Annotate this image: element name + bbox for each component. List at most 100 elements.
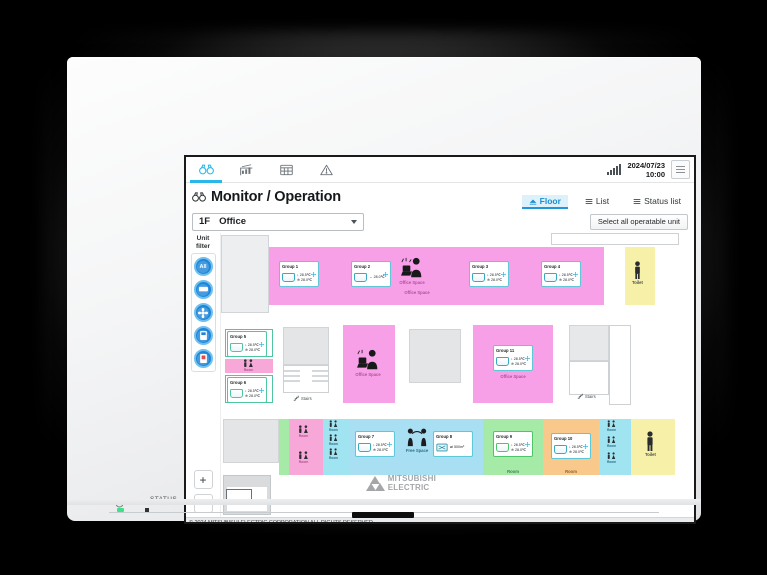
current-time: 10:00 bbox=[645, 169, 665, 179]
select-all-operatable-unit-button[interactable]: Select all operatable unit bbox=[589, 213, 688, 230]
indoor-unit-icon bbox=[496, 357, 509, 366]
group-name: Group 8 bbox=[436, 434, 453, 439]
group-card-g1[interactable]: Group 1 ↓ 28.5℃ ❄ 28.0℃ bbox=[279, 261, 319, 287]
group-set-temp: ❄ 28.0℃ bbox=[245, 347, 261, 352]
group-room-temp: ↓ 28.5℃ bbox=[511, 442, 525, 447]
filter-controller-button[interactable] bbox=[193, 326, 213, 345]
plan-room-gray-mid bbox=[409, 329, 461, 383]
select-all-label: Select all operatable unit bbox=[597, 217, 680, 226]
floor-select-dropdown[interactable]: 1F Office bbox=[192, 212, 364, 231]
zone-restroom-mid[interactable]: Room bbox=[225, 359, 273, 373]
group-card-g8[interactable]: Group 8 ⇌ 500m³ bbox=[433, 431, 473, 457]
filter-indoor-unit-button[interactable] bbox=[193, 280, 213, 299]
pictogram-room-r1: Room bbox=[606, 420, 617, 432]
stairs-label-right: Stairs bbox=[577, 393, 596, 399]
zone-office-space-mid[interactable]: Office Space bbox=[343, 325, 395, 403]
group-temps: ↓ 28.5℃ ❄ 28.0℃ bbox=[373, 443, 388, 453]
pictogram-label: Room bbox=[298, 460, 309, 464]
pictogram-restroom-b1: Room bbox=[297, 425, 310, 438]
group-room-temp: ↓ 28.5℃ bbox=[511, 356, 525, 361]
indoor-unit-icon bbox=[354, 273, 367, 282]
floor-select-floor: 1F bbox=[199, 216, 211, 227]
group-card-header: Group 4 bbox=[544, 263, 578, 277]
group-card-header: Group 11 bbox=[496, 347, 530, 361]
pictogram-room-r2: Room bbox=[606, 436, 617, 448]
unit-filter-label-line1: Unit bbox=[196, 235, 210, 242]
pictogram-room-c3: Room bbox=[328, 448, 339, 460]
pictogram-office-space-top: Office Space bbox=[399, 257, 425, 285]
filter-ventilator-button[interactable] bbox=[193, 303, 213, 322]
indoor-unit-icon bbox=[472, 273, 485, 282]
group-card-g10[interactable]: Group 10 ↓ 28.5℃ ❄ 28.0℃ bbox=[551, 433, 591, 459]
group-name: Group 10 bbox=[554, 436, 573, 441]
group-room-temp: ↓ 28.5℃ bbox=[559, 272, 573, 277]
view-tab-group: Floor List Status list bbox=[521, 195, 688, 209]
filter-all-button[interactable]: All bbox=[193, 257, 213, 276]
group-card-header: Group 9 bbox=[496, 433, 530, 447]
pictogram-label: Office Space bbox=[399, 280, 425, 285]
group-card-body: ↓ 28.5℃ ❄ 28.0℃ bbox=[472, 270, 506, 285]
fan-icon bbox=[573, 264, 578, 277]
group-room-temp: ⇌ 500m³ bbox=[450, 445, 465, 449]
indoor-unit-icon bbox=[544, 273, 557, 282]
pictogram-label: Office Space bbox=[355, 372, 381, 377]
group-card-g7[interactable]: Group 7 ↓ 28.5℃ ❄ 28.0℃ bbox=[355, 431, 395, 457]
bezel-strip bbox=[67, 499, 701, 505]
page-title: Monitor / Operation bbox=[211, 188, 341, 205]
group-card-g9[interactable]: Group 9 ↓ 28.5℃ ❄ 28.0℃ bbox=[493, 431, 533, 457]
group-card-header: Group 10 bbox=[554, 435, 588, 449]
group-card-g2[interactable]: Group 2 ↔ 28.0℃ bbox=[351, 261, 391, 287]
device-bezel: 2024/07/23 10:00 Monitor / Operation Flo… bbox=[67, 57, 701, 524]
zone-toilet-top[interactable]: Toilet bbox=[625, 247, 655, 305]
group-card-header: Group 2 bbox=[354, 263, 388, 277]
group-card-body: ↓ 28.5℃ ❄ 28.0℃ bbox=[554, 442, 588, 457]
pictogram-label: Room bbox=[328, 456, 339, 460]
group-set-temp: ❄ 28.0℃ bbox=[373, 447, 389, 452]
fan-icon bbox=[387, 434, 392, 447]
group-room-temp: ↔ 28.0℃ bbox=[369, 275, 385, 279]
group-temps: ↓ 28.5℃ ❄ 28.0℃ bbox=[569, 445, 584, 455]
group-card-g5[interactable]: Group 5 ↓ 28.5℃ ❄ 28.0℃ bbox=[227, 331, 267, 357]
hamburger-menu-button[interactable] bbox=[671, 160, 690, 179]
controller-icon bbox=[197, 329, 209, 342]
group-temps: ↓ 28.5℃ ❄ 28.0℃ bbox=[511, 443, 526, 453]
group-card-header: Group 5 bbox=[230, 333, 264, 347]
nav-icon-alarm-warning[interactable] bbox=[306, 157, 346, 182]
group-name: Group 9 bbox=[496, 434, 513, 439]
fan-icon bbox=[383, 264, 388, 277]
binoculars-icon bbox=[192, 191, 206, 202]
pictogram-label: Room bbox=[328, 442, 339, 446]
plan-corridor-right bbox=[609, 325, 631, 405]
filter-hot-water-button[interactable] bbox=[193, 349, 213, 368]
filter-all-label: All bbox=[199, 263, 207, 270]
signal-strength-icon bbox=[607, 164, 622, 175]
group-name: Group 7 bbox=[358, 434, 375, 439]
tab-list[interactable]: List bbox=[578, 195, 616, 209]
tab-status-list[interactable]: Status list bbox=[626, 195, 688, 209]
group-card-g4[interactable]: Group 4 ↓ 28.5℃ ❄ 28.0℃ bbox=[541, 261, 581, 287]
brand-line2: ELECTRIC bbox=[387, 482, 430, 492]
pictogram-label: Room bbox=[243, 368, 254, 372]
top-navigation-bar: 2024/07/23 10:00 bbox=[186, 157, 694, 183]
group-temps: ↔ 28.0℃ bbox=[369, 275, 385, 280]
pictogram-restroom-mid: Room bbox=[242, 359, 255, 372]
group-name: Group 11 bbox=[496, 348, 515, 353]
stairs-text: Stairs bbox=[585, 393, 596, 399]
group-set-temp: ❄ 28.0℃ bbox=[569, 449, 585, 454]
fan-icon bbox=[259, 380, 264, 393]
group-card-body: ↓ 28.5℃ ❄ 28.0℃ bbox=[358, 440, 392, 455]
nav-icon-schedule[interactable] bbox=[266, 157, 306, 182]
group-card-header: Group 8 bbox=[436, 433, 470, 440]
floor-icon bbox=[529, 198, 537, 205]
tab-floor[interactable]: Floor bbox=[521, 195, 569, 209]
group-card-g3[interactable]: Group 3 ↓ 28.5℃ ❄ 28.0℃ bbox=[469, 261, 509, 287]
nav-icon-monitor-operation[interactable] bbox=[186, 157, 226, 183]
zone-label-office-space-top: Office Space bbox=[404, 290, 430, 295]
all-icon: All bbox=[197, 260, 209, 273]
unit-filter-button-group: All bbox=[190, 253, 216, 372]
group-card-g6[interactable]: Group 6 ↓ 28.5℃ ❄ 28.0℃ bbox=[227, 377, 267, 403]
nav-icon-energy-chart[interactable] bbox=[226, 157, 266, 182]
tab-status-list-label: Status list bbox=[644, 196, 681, 206]
plan-wall-topleft bbox=[221, 235, 269, 313]
group-card-g11[interactable]: Group 11 ↓ 28.5℃ ❄ 28.0℃ bbox=[493, 345, 533, 371]
